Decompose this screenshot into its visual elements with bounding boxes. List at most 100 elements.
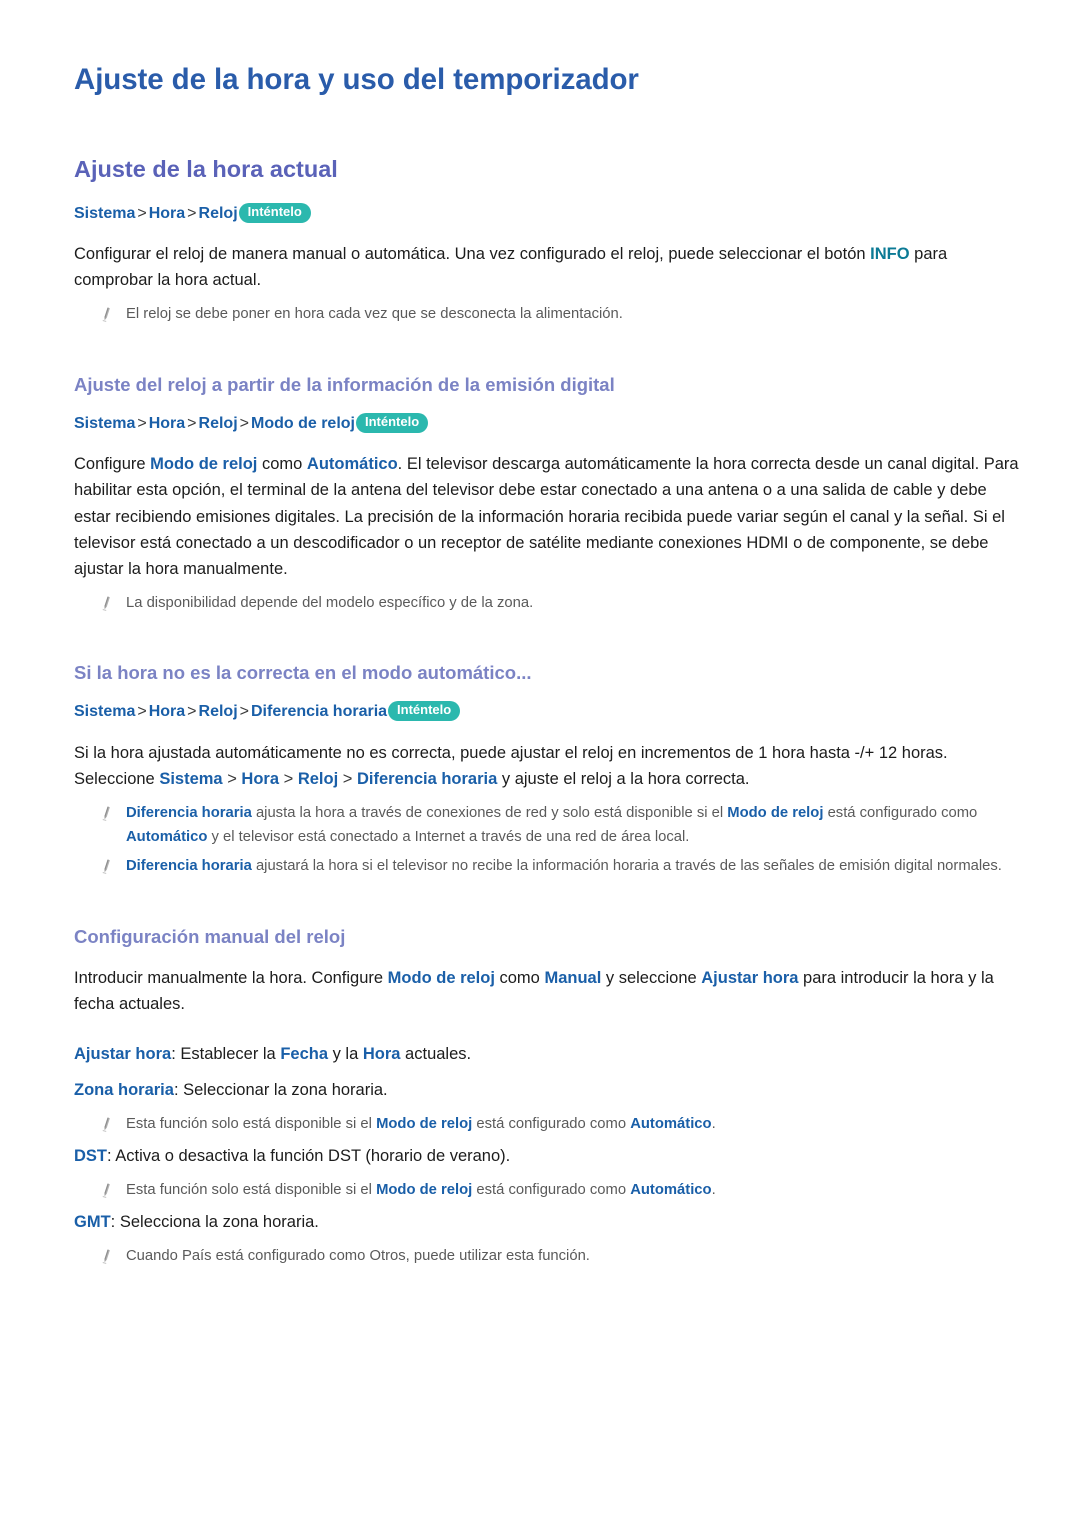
text-fragment: ajusta la hora a través de conexiones de… bbox=[251, 804, 728, 821]
keyword-hora: Hora bbox=[362, 1045, 401, 1064]
text-fragment: y ajuste el reloj a la hora correcta. bbox=[497, 769, 750, 788]
keyword-ajustar-hora: Ajustar hora bbox=[701, 969, 799, 987]
keyword-automatico: Automático bbox=[630, 1116, 712, 1133]
pencil-icon bbox=[96, 1247, 116, 1267]
breadcrumb-part[interactable]: Hora bbox=[149, 205, 185, 222]
note-text: Esta función solo está disponible si el … bbox=[126, 1113, 716, 1137]
document-page: Ajuste de la hora y uso del temporizador… bbox=[0, 0, 1080, 1527]
text-fragment: como bbox=[494, 969, 545, 987]
note-text: La disponibilidad depende del modelo esp… bbox=[126, 594, 534, 611]
pencil-icon bbox=[96, 1181, 116, 1201]
paragraph-clock-mode: Configure Modo de reloj como Automático.… bbox=[74, 451, 1026, 581]
keyword-modo-de-reloj: Modo de reloj bbox=[387, 969, 495, 987]
inline-separator: > bbox=[222, 769, 242, 788]
breadcrumb-part[interactable]: Hora bbox=[149, 703, 185, 720]
breadcrumb-part[interactable]: Sistema bbox=[74, 703, 135, 720]
definition-term: Zona horaria bbox=[74, 1081, 174, 1100]
breadcrumb-separator: > bbox=[137, 415, 147, 432]
text-fragment: Configurar el reloj de manera manual o a… bbox=[74, 245, 871, 264]
text-fragment: . bbox=[711, 1181, 716, 1198]
text-fragment: está configurado como bbox=[472, 1116, 631, 1133]
definition-term: DST bbox=[74, 1146, 107, 1165]
definition-term: Ajustar hora bbox=[74, 1045, 172, 1064]
definition-ajustar-hora: Ajustar hora: Establecer la Fecha y la H… bbox=[74, 1041, 1028, 1067]
try-it-badge[interactable]: Inténtelo bbox=[355, 413, 429, 433]
note-text: Esta función solo está disponible si el … bbox=[126, 1179, 716, 1203]
note-item: Diferencia horaria ajustará la hora si e… bbox=[74, 855, 1028, 879]
text-fragment: y seleccione bbox=[601, 969, 702, 987]
breadcrumb-separator: > bbox=[187, 204, 197, 222]
definition-zona-horaria: Zona horaria: Seleccionar la zona horari… bbox=[74, 1077, 1028, 1103]
text-fragment: actuales. bbox=[400, 1045, 472, 1064]
pencil-icon bbox=[96, 1115, 116, 1135]
keyword-modo-de-reloj: Modo de reloj bbox=[727, 804, 824, 821]
pencil-icon bbox=[96, 594, 116, 614]
note-item: Diferencia horaria ajusta la hora a trav… bbox=[74, 802, 1028, 849]
breadcrumb-part[interactable]: Sistema bbox=[74, 415, 135, 432]
text-fragment: está configurado como bbox=[472, 1181, 631, 1198]
breadcrumb-clock: Sistema > Hora > Reloj Inténtelo bbox=[74, 202, 1028, 225]
breadcrumb-separator: > bbox=[239, 415, 249, 432]
text-fragment: . El televisor descarga automáticamente … bbox=[74, 455, 1019, 578]
try-it-badge[interactable]: Inténtelo bbox=[388, 701, 461, 722]
keyword-manual: Manual bbox=[544, 969, 602, 987]
text-fragment: está configurado como bbox=[823, 804, 978, 821]
definition-term: GMT bbox=[74, 1212, 111, 1231]
note-item: Cuando País está configurado como Otros,… bbox=[74, 1245, 1028, 1269]
paragraph-clock-intro: Configurar el reloj de manera manual o a… bbox=[74, 241, 1026, 293]
breadcrumb-separator: > bbox=[187, 415, 197, 432]
page-title: Ajuste de la hora y uso del temporizador bbox=[74, 63, 639, 96]
keyword-modo-de-reloj: Modo de reloj bbox=[376, 1116, 473, 1133]
subsection-heading-config-manual: Configuración manual del reloj bbox=[74, 925, 346, 947]
breadcrumb-clock-mode: Sistema > Hora > Reloj > Modo de reloj Inténtel… bbox=[74, 413, 1028, 435]
text-fragment: y el televisor está conectado a Internet… bbox=[207, 828, 690, 845]
keyword-hora: Hora bbox=[241, 769, 280, 788]
text-fragment: ajustará la hora si el televisor no reci… bbox=[251, 858, 1002, 875]
section-heading-ajuste-hora-actual: Ajuste de la hora actual bbox=[74, 156, 338, 183]
keyword-info: INFO bbox=[870, 245, 910, 264]
inline-separator: > bbox=[338, 769, 357, 788]
text-fragment: Introducir manualmente la hora. Configur… bbox=[74, 969, 388, 987]
breadcrumb-part[interactable]: Reloj bbox=[199, 205, 238, 222]
note-text: Cuando País está configurado como Otros,… bbox=[126, 1247, 590, 1264]
text-fragment: Esta función solo está disponible si el bbox=[126, 1181, 377, 1198]
pencil-icon bbox=[96, 857, 116, 877]
keyword-modo-de-reloj: Modo de reloj bbox=[376, 1181, 473, 1198]
breadcrumb-separator: > bbox=[239, 703, 249, 721]
note-item: Esta función solo está disponible si el … bbox=[74, 1113, 1028, 1137]
text-fragment: Configure bbox=[74, 455, 151, 474]
breadcrumb-separator: > bbox=[137, 204, 147, 222]
breadcrumb-part[interactable]: Hora bbox=[149, 415, 185, 432]
breadcrumb-part[interactable]: Diferencia horaria bbox=[251, 703, 387, 720]
text-fragment: : Activa o desactiva la función DST (hor… bbox=[107, 1146, 511, 1165]
keyword-fecha: Fecha bbox=[280, 1045, 329, 1064]
breadcrumb-part[interactable]: Reloj bbox=[199, 703, 238, 720]
text-fragment: y la bbox=[328, 1045, 363, 1064]
keyword-automatico: Automático bbox=[630, 1181, 712, 1198]
note-text: Diferencia horaria ajustará la hora si e… bbox=[126, 855, 1002, 879]
definition-dst: DST: Activa o desactiva la función DST (… bbox=[74, 1143, 1028, 1169]
breadcrumb-part[interactable]: Reloj bbox=[199, 415, 238, 432]
keyword-diferencia-horaria: Diferencia horaria bbox=[356, 769, 498, 788]
pencil-icon bbox=[96, 305, 116, 325]
breadcrumb-separator: > bbox=[187, 703, 197, 721]
breadcrumb-time-offset: Sistema > Hora > Reloj > Diferencia horaria Int… bbox=[74, 701, 1028, 723]
definition-gmt: GMT: Selecciona la zona horaria. bbox=[74, 1209, 1028, 1235]
text-fragment: Esta función solo está disponible si el bbox=[126, 1116, 377, 1133]
breadcrumb-part[interactable]: Sistema bbox=[74, 205, 135, 222]
text-fragment: : Establecer la bbox=[171, 1045, 281, 1064]
breadcrumb-part[interactable]: Modo de reloj bbox=[251, 415, 355, 432]
keyword-automatico: Automático bbox=[306, 455, 398, 474]
keyword-automatico: Automático bbox=[126, 828, 208, 845]
keyword-diferencia-horaria: Diferencia horaria bbox=[126, 858, 252, 875]
paragraph-manual-config: Introducir manualmente la hora. Configur… bbox=[74, 965, 1026, 1017]
keyword-diferencia-horaria: Diferencia horaria bbox=[126, 804, 252, 821]
note-item: El reloj se debe poner en hora cada vez … bbox=[74, 303, 1028, 327]
note-text: El reloj se debe poner en hora cada vez … bbox=[126, 306, 623, 323]
keyword-reloj: Reloj bbox=[297, 769, 339, 788]
try-it-badge[interactable]: Inténtelo bbox=[238, 202, 311, 223]
inline-separator: > bbox=[279, 769, 298, 788]
pencil-icon bbox=[96, 804, 116, 824]
breadcrumb-separator: > bbox=[137, 703, 147, 721]
keyword-modo-de-reloj: Modo de reloj bbox=[150, 455, 258, 474]
